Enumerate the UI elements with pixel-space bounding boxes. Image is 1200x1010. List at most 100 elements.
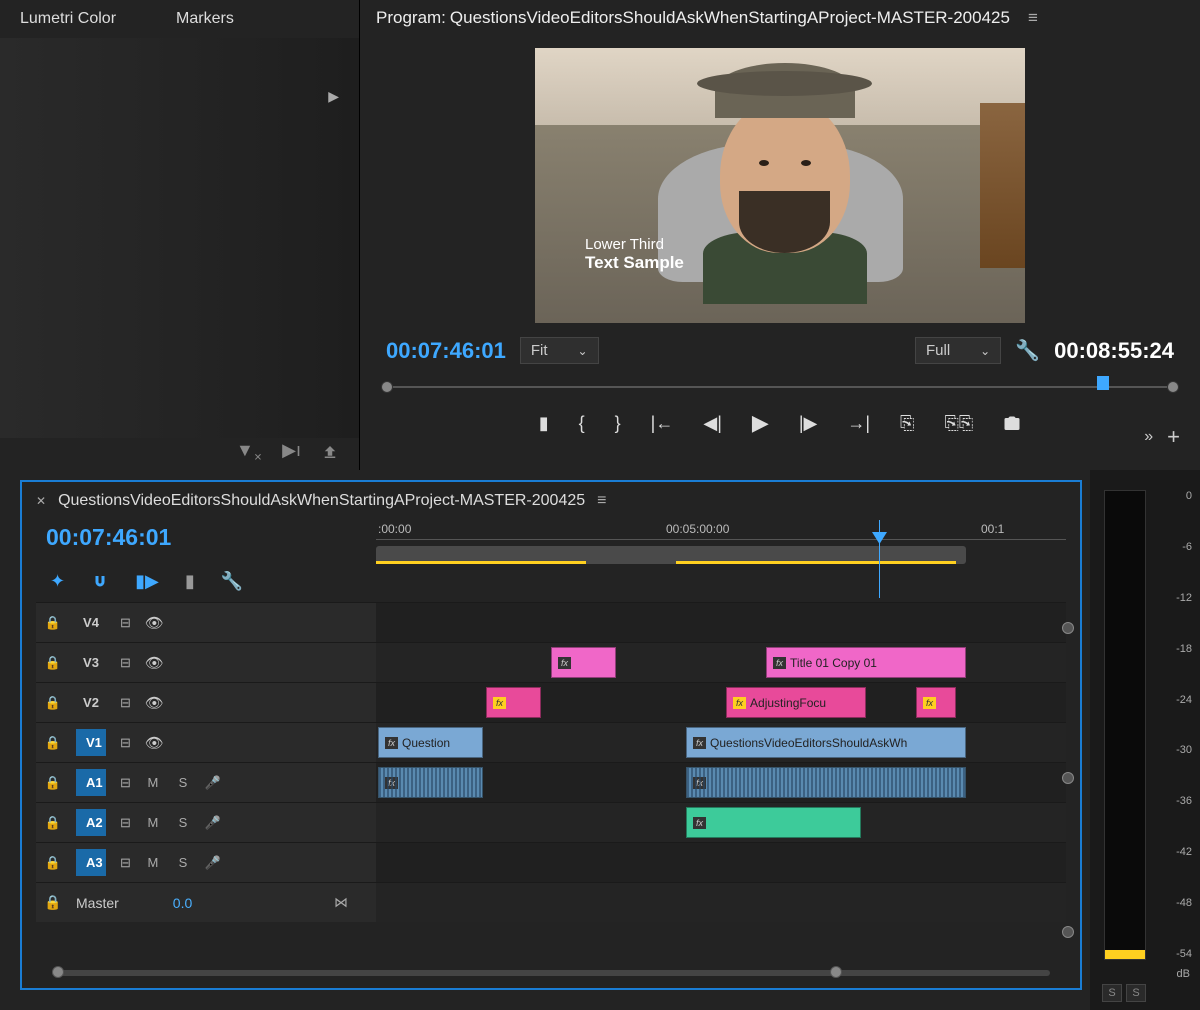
clip-v2-adjust[interactable]: fxAdjustingFocu	[726, 687, 866, 718]
sync-lock-icon[interactable]: ⊟	[120, 695, 131, 711]
marker-tool-icon[interactable]: ▮	[185, 571, 195, 592]
meter-solo-right[interactable]: S	[1126, 984, 1146, 1002]
scrub-playhead[interactable]	[1097, 376, 1109, 390]
mic-icon[interactable]: 🎤	[205, 815, 221, 831]
lock-icon[interactable]: 🔒	[44, 894, 62, 911]
mute-button[interactable]: M	[145, 855, 161, 870]
sync-lock-icon[interactable]: ⊟	[120, 735, 131, 751]
program-scrub-bar[interactable]	[386, 386, 1174, 388]
play-icon[interactable]: ▶	[752, 410, 769, 436]
sync-lock-icon[interactable]: ⊟	[120, 655, 131, 671]
timeline-current-time[interactable]: 00:07:46:01	[36, 520, 376, 565]
sync-lock-icon[interactable]: ⊟	[120, 615, 131, 631]
clip-v1-question[interactable]: fxQuestion	[378, 727, 483, 758]
lock-icon[interactable]: 🔒	[44, 855, 62, 871]
timeline-settings-icon[interactable]: 🔧	[221, 571, 243, 592]
clip-v3-title[interactable]: fxTitle 01 Copy 01	[766, 647, 966, 678]
filter-icon[interactable]: ▼✕	[236, 440, 262, 464]
lane-v2[interactable]: fx fxAdjustingFocu fx	[376, 682, 1066, 722]
track-a3-label[interactable]: A3	[76, 849, 106, 876]
lock-icon[interactable]: 🔒	[44, 615, 62, 631]
export-icon[interactable]	[321, 440, 339, 464]
solo-button[interactable]: S	[175, 775, 191, 790]
lane-a3[interactable]	[376, 842, 1066, 882]
timeline-close-icon[interactable]: ✕	[36, 494, 46, 508]
more-controls-icon[interactable]: »	[1144, 428, 1153, 446]
add-button-icon[interactable]: +	[1167, 424, 1180, 450]
play-arrow-icon[interactable]: ▶	[328, 88, 339, 105]
clip-v1-main[interactable]: fxQuestionsVideoEditorsShouldAskWh	[686, 727, 966, 758]
program-current-time[interactable]: 00:07:46:01	[386, 338, 506, 364]
zoom-dropdown[interactable]: Fit	[520, 337, 599, 364]
timeline-work-area[interactable]	[376, 546, 966, 564]
extract-icon[interactable]: ⎘⎘	[944, 413, 973, 434]
eye-icon[interactable]: 👁	[145, 694, 164, 712]
timeline-ruler[interactable]: :00:00 00:05:00:00 00:1	[376, 520, 1066, 540]
scrub-in-handle[interactable]	[381, 381, 393, 393]
go-to-in-icon[interactable]: |←	[651, 413, 674, 434]
sync-lock-icon[interactable]: ⊟	[120, 815, 131, 831]
lane-a1[interactable]: fx fx	[376, 762, 1066, 802]
step-forward-icon[interactable]: |▶	[799, 413, 818, 434]
meter-solo-left[interactable]: S	[1102, 984, 1122, 1002]
program-menu-icon[interactable]: ≡	[1028, 8, 1038, 28]
track-v1-label[interactable]: V1	[76, 729, 106, 756]
timeline-playhead[interactable]	[879, 520, 880, 598]
step-back-icon[interactable]: ◀|	[703, 413, 722, 434]
mic-icon[interactable]: 🎤	[205, 775, 221, 791]
timeline-menu-icon[interactable]: ≡	[597, 492, 606, 510]
clip-a1-2[interactable]: fx	[686, 767, 966, 798]
scroll-knob-left[interactable]	[52, 966, 64, 978]
track-lanes[interactable]: fx fxTitle 01 Copy 01 fx fxAdjustingFocu…	[376, 602, 1066, 922]
bracket-in-icon[interactable]: {	[579, 413, 585, 434]
resolution-dropdown[interactable]: Full	[915, 337, 1001, 364]
lock-icon[interactable]: 🔒	[44, 815, 62, 831]
tab-lumetri-color[interactable]: Lumetri Color	[20, 10, 116, 28]
mute-button[interactable]: M	[145, 775, 161, 790]
master-volume[interactable]: 0.0	[173, 895, 192, 911]
tab-markers[interactable]: Markers	[176, 10, 234, 28]
lock-icon[interactable]: 🔒	[44, 735, 62, 751]
program-preview[interactable]: Lower Third Text Sample	[535, 48, 1025, 323]
lane-v4[interactable]	[376, 602, 1066, 642]
eye-icon[interactable]: 👁	[145, 734, 164, 752]
clip-a2-1[interactable]: fx	[686, 807, 861, 838]
sync-lock-icon[interactable]: ⊟	[120, 855, 131, 871]
track-a2-label[interactable]: A2	[76, 809, 106, 836]
settings-wrench-icon[interactable]: 🔧	[1015, 338, 1040, 363]
eye-icon[interactable]: 👁	[145, 614, 164, 632]
lane-a2[interactable]: fx	[376, 802, 1066, 842]
track-v2-label[interactable]: V2	[76, 695, 106, 710]
lock-icon[interactable]: 🔒	[44, 655, 62, 671]
clip-v2-1[interactable]: fx	[486, 687, 541, 718]
export-frame-icon[interactable]	[1003, 413, 1021, 434]
track-v4-label[interactable]: V4	[76, 615, 106, 630]
lane-master[interactable]	[376, 882, 1066, 922]
new-bin-icon[interactable]: ▶ı	[282, 440, 301, 464]
solo-button[interactable]: S	[175, 855, 191, 870]
track-v3-label[interactable]: V3	[76, 655, 106, 670]
solo-button[interactable]: S	[175, 815, 191, 830]
lock-icon[interactable]: 🔒	[44, 775, 62, 791]
mark-in-icon[interactable]: ▮	[539, 413, 549, 434]
go-to-out-icon[interactable]: →|	[847, 413, 870, 434]
link-icon[interactable]: ⋈	[334, 894, 348, 911]
bracket-out-icon[interactable]: }	[615, 413, 621, 434]
lift-icon[interactable]: ⎘	[900, 413, 914, 434]
lane-v3[interactable]: fx fxTitle 01 Copy 01	[376, 642, 1066, 682]
lock-icon[interactable]: 🔒	[44, 695, 62, 711]
scroll-knob-right[interactable]	[830, 966, 842, 978]
mute-button[interactable]: M	[145, 815, 161, 830]
clip-v3-1[interactable]: fx	[551, 647, 616, 678]
snap-icon[interactable]	[91, 571, 109, 592]
sync-lock-icon[interactable]: ⊟	[120, 775, 131, 791]
track-a1-label[interactable]: A1	[76, 769, 106, 796]
scrub-out-handle[interactable]	[1167, 381, 1179, 393]
insert-replace-icon[interactable]: ✦	[50, 571, 65, 592]
clip-v2-3[interactable]: fx	[916, 687, 956, 718]
vertical-scrollbar[interactable]	[1062, 622, 1076, 938]
eye-icon[interactable]: 👁	[145, 654, 164, 672]
linked-selection-icon[interactable]: ▮▶	[135, 571, 159, 592]
lane-v1[interactable]: fxQuestion fxQuestionsVideoEditorsShould…	[376, 722, 1066, 762]
horizontal-scrollbar[interactable]	[52, 970, 1050, 980]
